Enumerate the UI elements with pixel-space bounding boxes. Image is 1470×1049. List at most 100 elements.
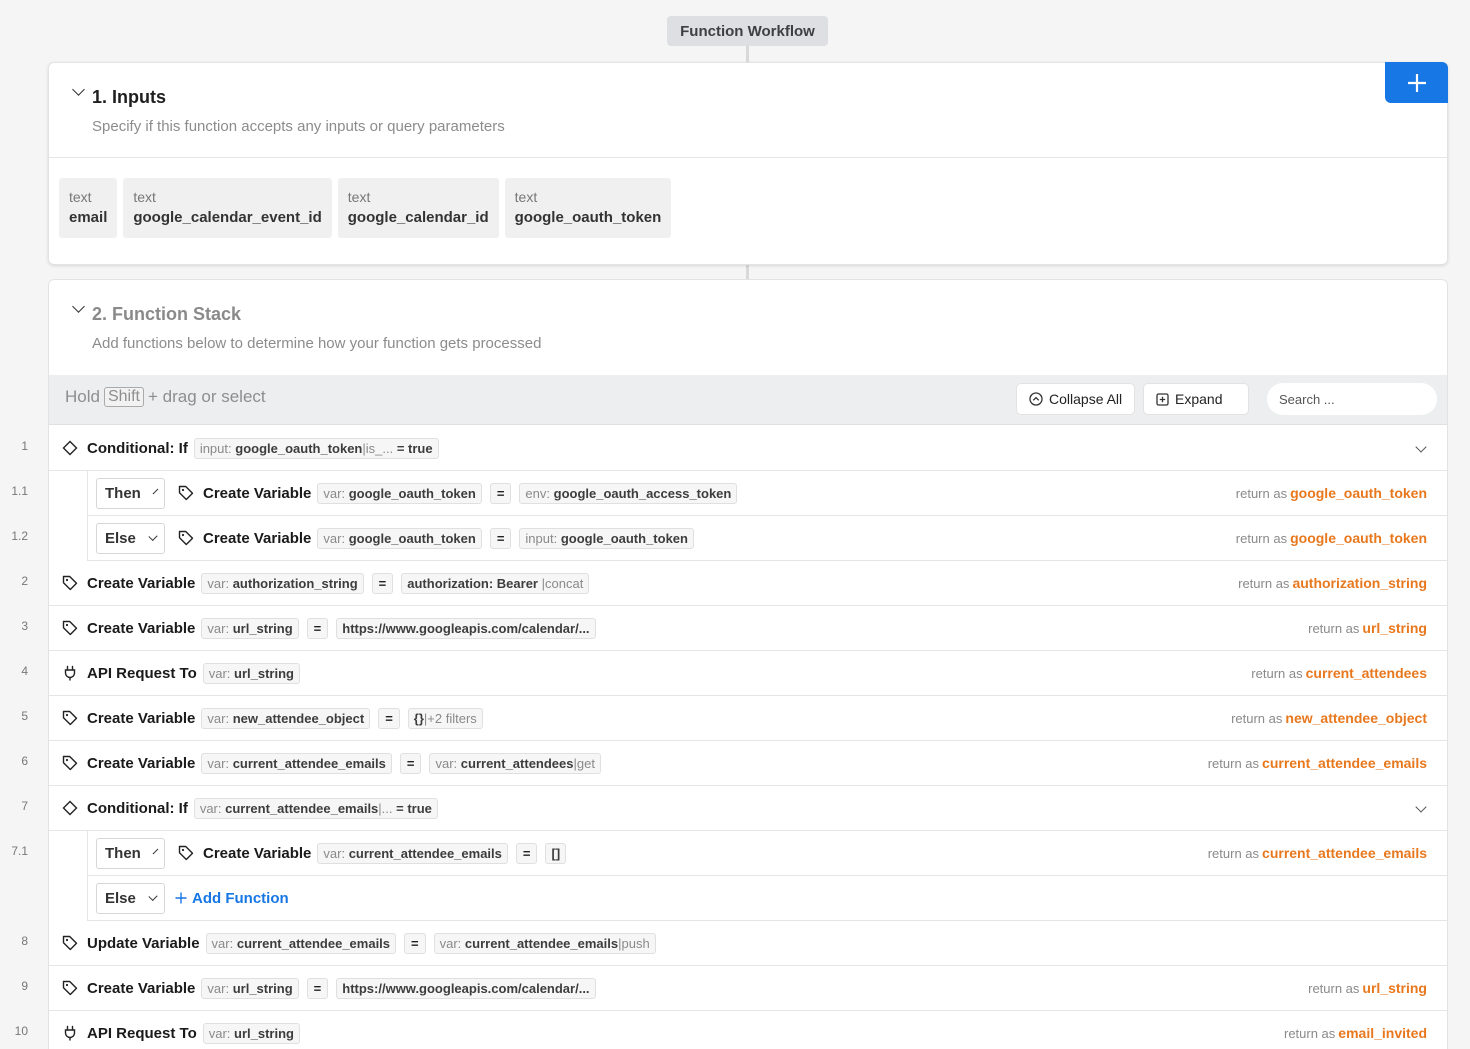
chip-suffix: |concat <box>541 575 584 591</box>
value-chip[interactable]: var: current_attendees|get <box>429 752 601 774</box>
chip-prefix: var: <box>207 755 230 771</box>
search-input[interactable] <box>1279 391 1425 407</box>
add-function-button[interactable]: Add Function <box>175 890 289 907</box>
value-chip[interactable]: input: google_oauth_token <box>519 527 694 549</box>
input-item[interactable]: text email <box>59 178 118 238</box>
variable-chip[interactable]: var: current_attendee_emails <box>201 752 392 774</box>
chip-prefix: var: <box>199 800 222 816</box>
function-row[interactable]: Then Create Variable var: google_oauth_t… <box>87 471 1447 516</box>
variable-chip[interactable]: var: url_string <box>201 617 299 639</box>
function-row[interactable]: Create Variable var: authorization_strin… <box>49 561 1447 606</box>
equals-sign: = <box>404 932 426 954</box>
condition-chip[interactable]: input: google_oauth_token|is_... = true <box>193 437 439 459</box>
function-row[interactable]: Conditional: If input: google_oauth_toke… <box>49 426 1447 471</box>
return-var: current_attendee_emails <box>1262 845 1427 861</box>
return-as: return as url_string <box>1308 980 1427 996</box>
shift-key: Shift <box>103 387 144 407</box>
function-row[interactable]: API Request To var: url_string return as… <box>49 651 1447 696</box>
value-chip[interactable]: [] <box>545 842 567 864</box>
stack-collapse-toggle[interactable] <box>71 300 87 318</box>
function-row[interactable]: Create Variable var: new_attendee_object… <box>49 696 1447 741</box>
chip-prefix: var: <box>323 485 346 501</box>
search-box[interactable] <box>1267 383 1437 415</box>
function-row[interactable]: Then Create Variable var: current_attend… <box>87 831 1447 876</box>
variable-chip[interactable]: var: new_attendee_object <box>201 707 371 729</box>
variable-chip[interactable]: var: google_oauth_token <box>317 482 482 504</box>
diamond-icon <box>61 799 79 817</box>
collapse-icon <box>1029 392 1043 406</box>
tag-icon <box>61 754 79 772</box>
chip-value: = true <box>396 800 432 816</box>
expand-icon <box>1156 392 1169 406</box>
chip-suffix: |get <box>573 755 595 771</box>
workflow-title: Function Workflow <box>667 16 828 46</box>
chip-prefix: var: <box>208 665 231 681</box>
plug-icon <box>61 1024 79 1042</box>
branch-select[interactable]: Then <box>96 837 165 869</box>
function-row[interactable]: Else Create Variable var: google_oauth_t… <box>87 516 1447 561</box>
function-row[interactable]: API Request To var: url_string return as… <box>49 1011 1447 1049</box>
value-chip[interactable]: {}|+2 filters <box>407 707 483 729</box>
input-name: google_oauth_token <box>514 209 662 226</box>
add-input-button[interactable] <box>1385 62 1448 103</box>
branch-select[interactable]: Else <box>96 882 165 914</box>
hold-label: Hold <box>65 387 100 406</box>
chip-value: google_oauth_token <box>560 530 688 546</box>
variable-chip[interactable]: var: url_string <box>201 977 299 999</box>
function-row[interactable]: Update Variable var: current_attendee_em… <box>49 921 1447 966</box>
equals-sign: = <box>515 842 538 864</box>
equals-sign: = <box>489 527 512 549</box>
chip-prefix: input: <box>199 440 232 456</box>
variable-chip[interactable]: var: google_oauth_token <box>317 527 482 549</box>
value-chip[interactable]: var: current_attendee_emails|push <box>433 932 656 954</box>
chip-var: current_attendee_emails <box>236 935 391 951</box>
value-chip[interactable]: env: google_oauth_access_token <box>519 482 738 504</box>
value-chip[interactable]: https://www.googleapis.com/calendar/... <box>336 977 596 999</box>
chip-prefix: var: <box>208 1025 231 1041</box>
plus-icon <box>175 892 187 904</box>
input-item[interactable]: text google_oauth_token <box>504 178 672 238</box>
value-chip[interactable]: authorization: Bearer |concat <box>401 572 590 594</box>
function-name: Create Variable <box>87 619 196 637</box>
branch-select[interactable]: Then <box>96 477 165 509</box>
drag-hint: Hold Shift + drag or select <box>65 387 266 407</box>
tag-icon <box>177 844 195 862</box>
chip-var: authorization_string <box>232 575 358 591</box>
function-name: API Request To <box>87 664 197 682</box>
variable-chip[interactable]: var: current_attendee_emails <box>317 842 508 864</box>
chip-prefix: var: <box>435 755 458 771</box>
inputs-collapse-toggle[interactable] <box>71 83 87 101</box>
variable-chip[interactable]: var: current_attendee_emails <box>205 932 397 954</box>
variable-chip[interactable]: var: authorization_string <box>201 572 364 594</box>
function-row[interactable]: Create Variable var: current_attendee_em… <box>49 741 1447 786</box>
input-name: google_calendar_id <box>347 209 489 226</box>
chip-value: https://www.googleapis.com/calendar/... <box>342 980 590 996</box>
input-item[interactable]: text google_calendar_id <box>337 178 499 238</box>
input-item[interactable]: text google_calendar_event_id <box>123 178 332 238</box>
drag-hint-text: + drag or select <box>147 387 266 406</box>
function-name: API Request To <box>87 1024 197 1042</box>
expand-button[interactable]: Expand <box>1143 383 1249 415</box>
variable-chip[interactable]: var: url_string <box>202 1022 300 1044</box>
function-row[interactable]: Create Variable var: url_string = https:… <box>49 606 1447 651</box>
collapse-all-button[interactable]: Collapse All <box>1016 383 1136 415</box>
line-number: 3 <box>21 619 28 633</box>
tag-icon <box>61 574 79 592</box>
chip-suffix: |push <box>618 935 650 951</box>
chip-prefix: var: <box>323 845 346 861</box>
function-row[interactable]: Conditional: If var: current_attendee_em… <box>49 786 1447 831</box>
return-var: url_string <box>1362 980 1427 996</box>
variable-chip[interactable]: var: url_string <box>202 662 300 684</box>
condition-chip[interactable]: var: current_attendee_emails|... = true <box>193 797 438 819</box>
stack-title: 2. Function Stack <box>92 304 242 324</box>
chevron-down-icon[interactable] <box>1415 801 1427 813</box>
return-as: return as authorization_string <box>1238 575 1427 591</box>
function-row[interactable]: Create Variable var: url_string = https:… <box>49 966 1447 1011</box>
return-var: current_attendees <box>1305 665 1427 681</box>
branch-select[interactable]: Else <box>96 522 165 554</box>
value-chip[interactable]: https://www.googleapis.com/calendar/... <box>336 617 596 639</box>
chip-var: new_attendee_object <box>232 710 365 726</box>
chevron-down-icon[interactable] <box>1415 441 1427 453</box>
divider <box>49 157 1447 158</box>
expand-label: Expand <box>1175 391 1223 407</box>
